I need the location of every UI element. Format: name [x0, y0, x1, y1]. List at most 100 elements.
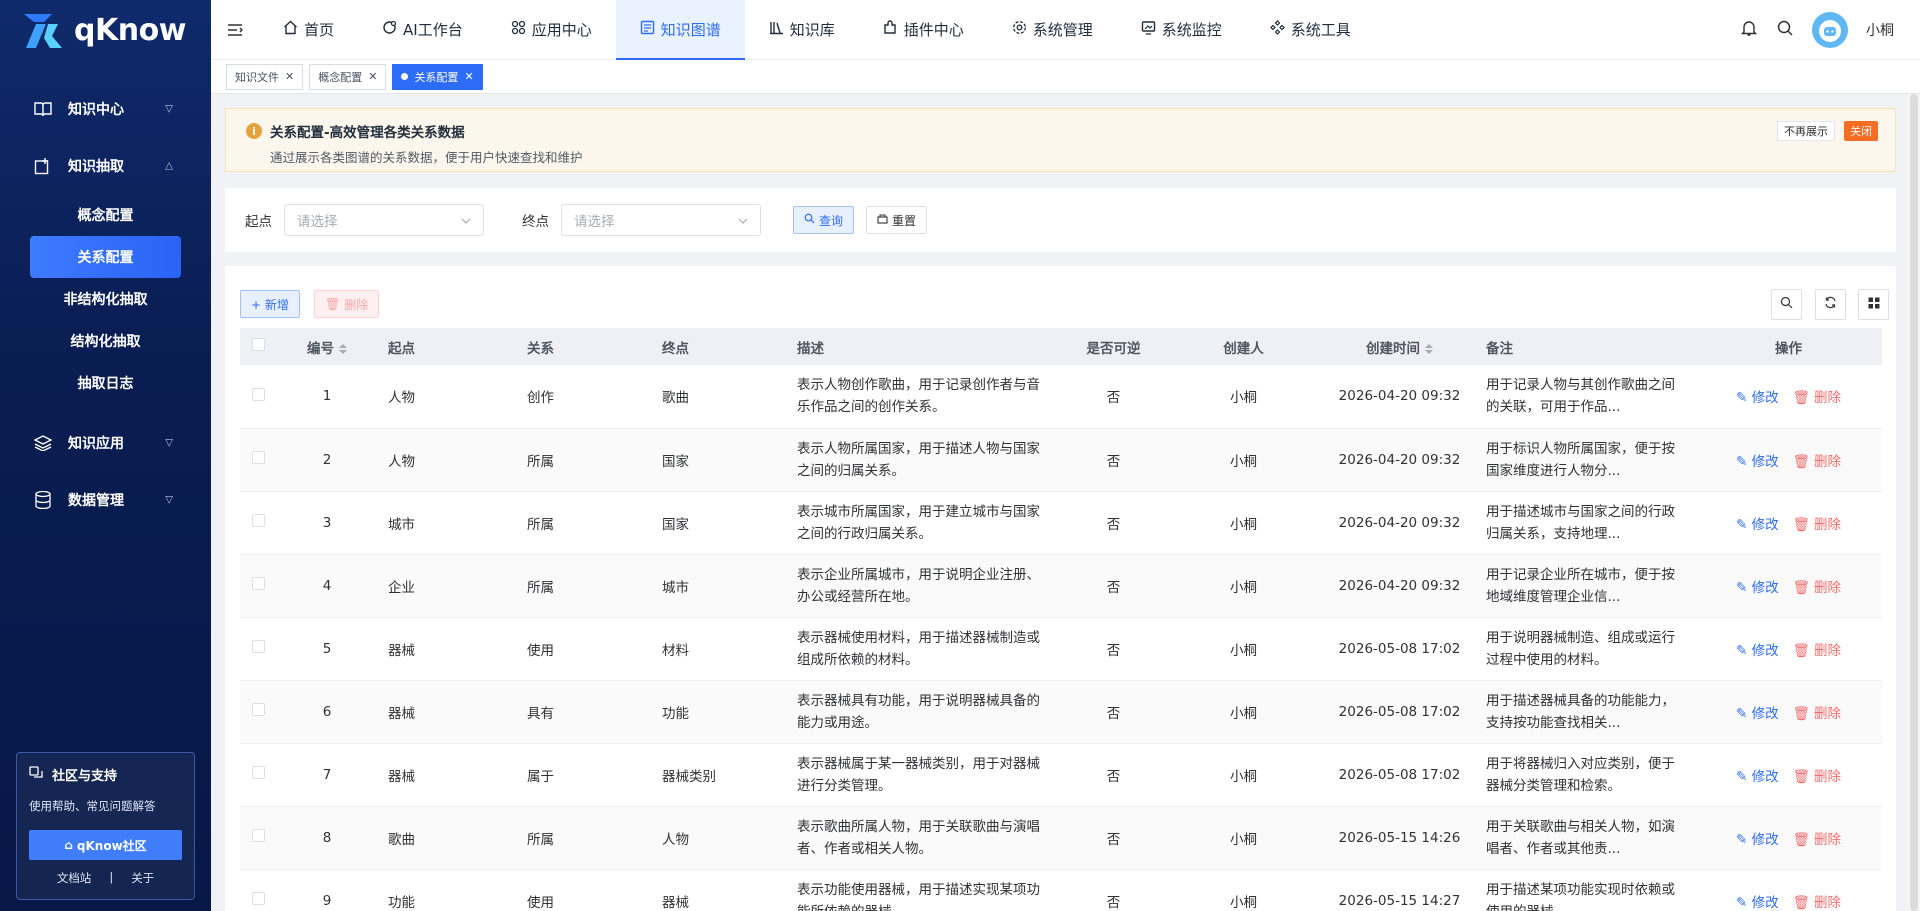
top-navbar: 首页 AI工作台 应用中心 知识图谱 知识库 插件中心 系统管理 系统监控 系统… [211, 0, 1920, 60]
avatar[interactable] [1812, 12, 1848, 48]
sidebar-item-knowledge-center[interactable]: 知识中心 ▽ [0, 80, 211, 137]
note-text: 用于描述某项功能实现时依赖或使用的器械。 [1486, 881, 1675, 911]
nav-knowledge-base[interactable]: 知识库 [745, 0, 859, 60]
row-checkbox[interactable] [240, 869, 276, 911]
search-icon[interactable] [1776, 19, 1794, 41]
edit-button[interactable]: ✎ 修改 [1736, 580, 1779, 596]
menu-toggle-icon[interactable] [223, 0, 247, 60]
delete-button[interactable]: 🗑 删除 [314, 290, 380, 318]
edit-button[interactable]: ✎ 修改 [1736, 832, 1779, 848]
row-checkbox[interactable] [240, 428, 276, 491]
community-button[interactable]: ⌂ qKnow社区 [29, 830, 182, 860]
nav-ai-workbench[interactable]: AI工作台 [358, 0, 487, 60]
row-checkbox[interactable] [240, 617, 276, 680]
row-checkbox[interactable] [240, 491, 276, 554]
scrollbar-thumb[interactable] [1910, 94, 1918, 911]
select-all-checkbox[interactable] [240, 328, 276, 365]
delete-row-label: 删除 [1814, 642, 1842, 659]
logo[interactable]: qKnow [0, 0, 211, 60]
edit-icon: ✎ [1735, 642, 1752, 659]
cell-start: 器械 [388, 705, 415, 722]
nav-plugin-center[interactable]: 插件中心 [859, 0, 988, 60]
chevron-up-icon: △ [165, 160, 173, 171]
page-scrollbar[interactable] [1908, 94, 1920, 911]
nav-system-tools[interactable]: 系统工具 [1246, 0, 1375, 60]
nav-app-center[interactable]: 应用中心 [487, 0, 616, 60]
edit-button[interactable]: ✎ 修改 [1736, 706, 1779, 722]
row-checkbox[interactable] [240, 806, 276, 869]
edit-icon: ✎ [1735, 768, 1752, 785]
header-created-time[interactable]: 创建时间 [1323, 328, 1476, 365]
columns-button[interactable] [1858, 289, 1889, 320]
close-icon[interactable]: ✕ [285, 70, 294, 83]
nav-system-manage[interactable]: 系统管理 [988, 0, 1117, 60]
delete-row-button[interactable]: 🗑 删除 [1793, 454, 1841, 470]
cell-actions: ✎ 修改 🗑 删除 [1695, 554, 1882, 617]
sidebar-item-data-manage[interactable]: 数据管理 ▽ [0, 471, 211, 528]
tag-relation-config[interactable]: 关系配置 ✕ [392, 63, 483, 90]
chevron-down-icon: ▽ [165, 437, 173, 448]
edit-button[interactable]: ✎ 修改 [1736, 895, 1779, 911]
delete-row-button[interactable]: 🗑 删除 [1793, 517, 1841, 533]
row-checkbox[interactable] [240, 365, 276, 428]
sidebar-subitem-relation-config[interactable]: 关系配置 [30, 236, 181, 278]
desc-text: 表示城市所属国家，用于建立城市与国家之间的行政归属关系。 [797, 503, 1040, 542]
row-checkbox[interactable] [240, 743, 276, 806]
cell-start: 企业 [388, 579, 415, 596]
edit-button[interactable]: ✎ 修改 [1736, 517, 1779, 533]
sidebar-subitem-extract-log[interactable]: 抽取日志 [0, 362, 211, 404]
end-select[interactable]: 请选择 [561, 204, 761, 236]
delete-row-button[interactable]: 🗑 删除 [1793, 769, 1841, 785]
sidebar-item-label: 知识中心 [68, 101, 124, 118]
sidebar-subitem-structured-extract[interactable]: 结构化抽取 [0, 320, 211, 362]
edit-button[interactable]: ✎ 修改 [1736, 454, 1779, 470]
cell-relation: 属于 [527, 768, 554, 785]
table-body: 1 人物 创作 歌曲 表示人物创作歌曲，用于记录创作者与音乐作品之间的创作关系。否小桐 2… [240, 365, 1882, 911]
delete-row-button[interactable]: 🗑 删除 [1793, 643, 1841, 659]
row-checkbox[interactable] [240, 554, 276, 617]
search-toggle-button[interactable] [1771, 289, 1802, 320]
grid-icon [1868, 297, 1880, 313]
no-show-button[interactable]: 不再展示 [1777, 121, 1835, 141]
bell-icon[interactable] [1740, 19, 1758, 41]
add-button[interactable]: + 新增 [240, 290, 300, 318]
edit-label: 修改 [1751, 579, 1779, 596]
close-icon[interactable]: ✕ [368, 70, 377, 83]
delete-row-button[interactable]: 🗑 删除 [1793, 832, 1841, 848]
delete-row-button[interactable]: 🗑 删除 [1793, 580, 1841, 596]
sidebar-subitem-concept-config[interactable]: 概念配置 [0, 194, 211, 236]
reset-button[interactable]: 重置 [866, 206, 928, 234]
nav-system-monitor[interactable]: 系统监控 [1117, 0, 1246, 60]
sidebar-item-knowledge-extract[interactable]: 知识抽取 △ [0, 137, 211, 194]
trash-icon: 🗑 [1792, 768, 1815, 785]
edit-button[interactable]: ✎ 修改 [1736, 643, 1779, 659]
delete-row-button[interactable]: 🗑 删除 [1793, 706, 1841, 722]
nav-knowledge-graph[interactable]: 知识图谱 [615, 0, 745, 60]
edit-label: 修改 [1751, 768, 1779, 785]
row-checkbox[interactable] [240, 680, 276, 743]
sidebar-item-knowledge-app[interactable]: 知识应用 ▽ [0, 414, 211, 471]
tag-concept-config[interactable]: 概念配置 ✕ [309, 63, 387, 90]
user-name[interactable]: 小桐 [1866, 20, 1894, 40]
app-name: qKnow [74, 12, 186, 48]
edit-button[interactable]: ✎ 修改 [1736, 390, 1779, 406]
tag-knowledge-file[interactable]: 知识文件 ✕ [226, 63, 304, 90]
query-button[interactable]: 查询 [793, 206, 855, 234]
about-link[interactable]: 关于 [131, 870, 154, 886]
close-icon[interactable]: ✕ [464, 70, 473, 83]
delete-row-button[interactable]: 🗑 删除 [1793, 895, 1841, 911]
desc-text: 表示人物所属国家，用于描述人物与国家之间的归属关系。 [797, 440, 1040, 479]
trash-icon: 🗑 [1792, 390, 1815, 407]
header-id[interactable]: 编号 [276, 328, 378, 365]
refresh-button[interactable] [1815, 289, 1846, 320]
delete-row-button[interactable]: 🗑 删除 [1793, 390, 1841, 406]
close-notice-button[interactable]: 关闭 [1844, 121, 1878, 141]
nav-home[interactable]: 首页 [259, 0, 358, 60]
docs-link[interactable]: 文档站 [57, 870, 92, 886]
edit-button[interactable]: ✎ 修改 [1736, 769, 1779, 785]
start-select[interactable]: 请选择 [284, 204, 484, 236]
sidebar-subitem-unstructured-extract[interactable]: 非结构化抽取 [0, 278, 211, 320]
search-form: 起点 请选择 终点 请选择 查询 重置 [225, 188, 1896, 252]
nav-label: AI工作台 [403, 21, 463, 39]
cell-created-time: 2026-04-20 09:32 [1338, 577, 1461, 594]
